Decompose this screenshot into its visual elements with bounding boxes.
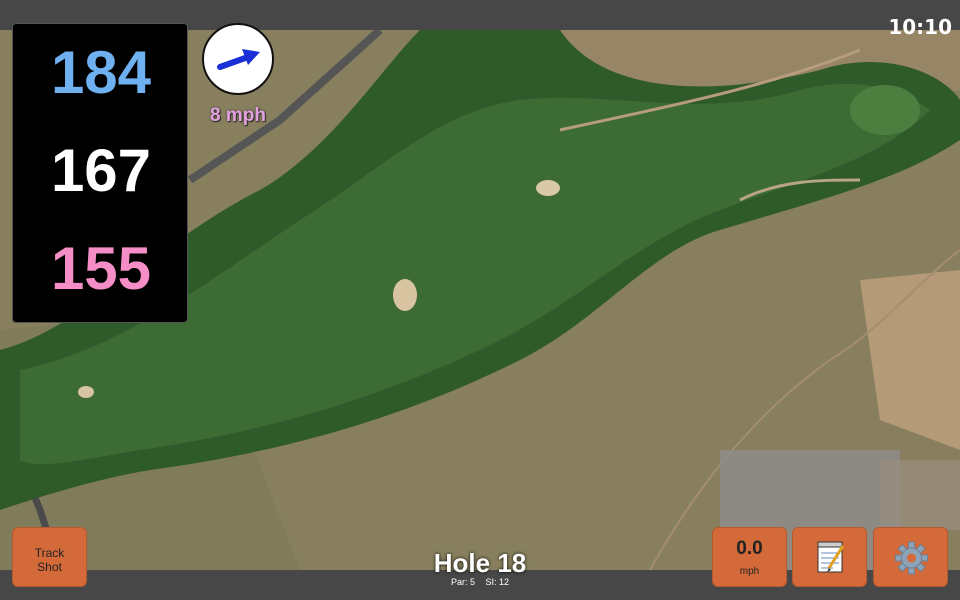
notes-button[interactable] [792,527,867,587]
settings-button[interactable] [873,527,948,587]
wind-indicator[interactable] [202,23,274,95]
distance-front: 155 [50,235,152,302]
distance-middle: 167 [50,137,152,204]
gear-icon [895,541,928,575]
wind-compass [202,23,274,95]
hole-info: Par: 5 SI: 12 [380,577,580,587]
track-shot-label-2: Shot [37,560,62,574]
track-shot-label-1: Track [34,546,65,560]
clock: 10:10 [888,15,952,39]
notepad-icon [817,541,845,573]
speed-value: 0.0 [736,538,763,559]
si-label: SI: 12 [485,577,510,587]
speed-unit: mph [739,566,760,577]
wind-speed: 8 mph [210,105,266,126]
wind-arrow-icon [217,49,260,70]
distance-back: 184 [50,39,152,106]
hole-title: Hole 18 [433,548,527,578]
speed-button[interactable]: 0.0 mph [712,527,787,587]
yardage-panel: 184 167 155 [12,23,188,323]
track-shot-button[interactable]: Track Shot [12,527,87,587]
par-label: Par: 5 [450,577,475,587]
